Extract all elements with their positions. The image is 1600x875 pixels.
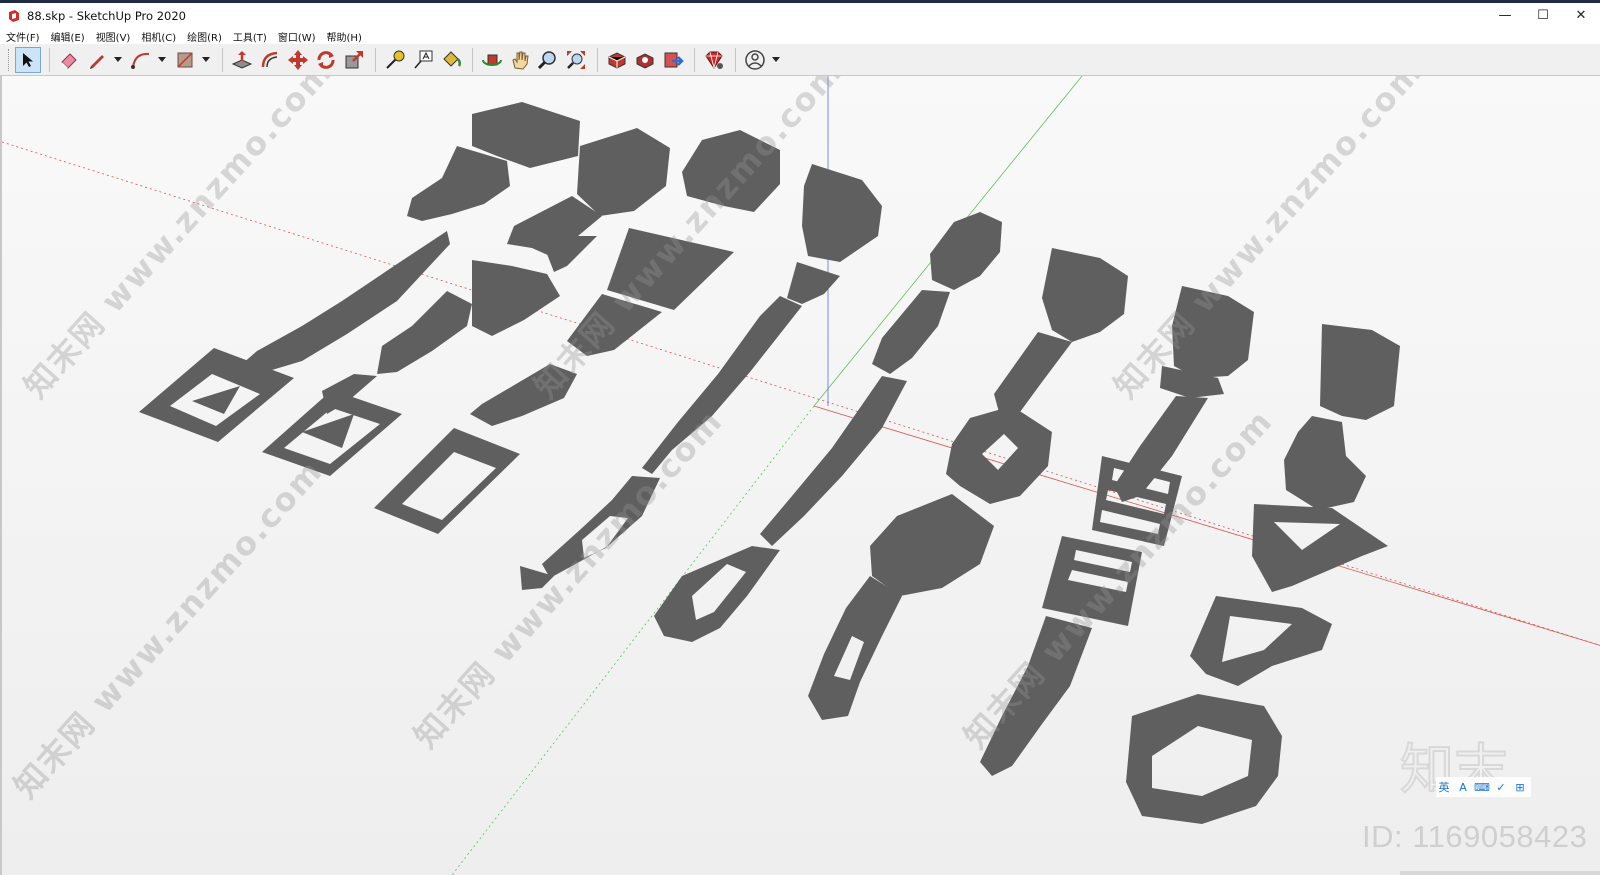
part-8[interactable] (1126, 324, 1400, 824)
push-pull-icon (231, 50, 253, 69)
zoom-tool-button[interactable] (535, 47, 561, 73)
chevron-down-icon (772, 56, 780, 62)
pan-tool-button[interactable] (507, 47, 533, 73)
scale-tool-button[interactable] (341, 47, 367, 73)
minimize-button[interactable]: — (1486, 3, 1524, 28)
eraser-tool-button[interactable] (56, 47, 82, 73)
menu-camera[interactable]: 相机(C) (141, 29, 176, 44)
eraser-icon (61, 52, 77, 69)
pencil-line-icon (90, 54, 104, 69)
window-title: 88.skp - SketchUp Pro 2020 (27, 8, 186, 23)
toolbar-grip[interactable] (8, 48, 11, 71)
rotate-tool-button[interactable] (313, 47, 339, 73)
text-tool-button[interactable] (410, 47, 436, 73)
ime-grid-icon[interactable]: ⊞ (1512, 779, 1528, 795)
orbit-tool-button[interactable] (479, 47, 505, 73)
rectangle-shape-icon (177, 51, 193, 68)
tape-measure-icon (386, 50, 405, 69)
menu-view[interactable]: 视图(V) (96, 29, 131, 44)
menu-help[interactable]: 帮助(H) (327, 29, 362, 44)
extension-manager-icon (705, 51, 723, 69)
toolbar-separator (222, 47, 223, 72)
offset-tool-button[interactable] (257, 47, 283, 73)
send-to-layout-button[interactable] (660, 47, 686, 73)
toolbar-separator (597, 47, 598, 72)
pan-hand-icon (512, 51, 529, 70)
menu-draw[interactable]: 绘图(R) (187, 29, 222, 44)
zoom-extents-icon (567, 50, 585, 69)
ime-mode-icon[interactable]: 英 (1436, 779, 1452, 795)
maximize-button[interactable]: ☐ (1524, 3, 1562, 28)
tape-measure-tool-button[interactable] (382, 47, 408, 73)
move-tool-button[interactable] (285, 47, 311, 73)
menu-tools[interactable]: 工具(T) (233, 29, 267, 44)
extension-warehouse-icon (636, 52, 654, 69)
arc-tool-dropdown[interactable] (156, 47, 168, 73)
ime-toolbar: 英 A ⌨ ✓ ⊞ (1436, 777, 1531, 797)
move-icon (288, 49, 308, 70)
ime-check-icon[interactable]: ✓ (1493, 779, 1509, 795)
shape-tool-dropdown[interactable] (200, 47, 212, 73)
sketchup-app-icon (9, 9, 19, 22)
3d-warehouse-icon (608, 51, 626, 69)
toolbar-separator (375, 47, 376, 72)
toolbar-separator (694, 47, 695, 72)
chevron-down-icon (158, 56, 166, 62)
text-label-icon (414, 50, 433, 68)
zoom-extents-tool-button[interactable] (563, 47, 589, 73)
toolbar-separator (735, 47, 736, 72)
menu-window[interactable]: 窗口(W) (278, 29, 316, 44)
paint-bucket-icon (443, 50, 462, 67)
menu-bar: 文件(F) 编辑(E) 视图(V) 相机(C) 绘图(R) 工具(T) 窗口(W… (0, 28, 1600, 44)
rectangle-tool-button[interactable] (172, 47, 198, 73)
rotate-icon (317, 50, 335, 69)
close-button[interactable]: ✕ (1562, 3, 1600, 28)
main-toolbar (0, 44, 1600, 76)
select-tool-button[interactable] (15, 46, 41, 73)
model-scene[interactable] (2, 76, 1600, 875)
user-account-icon (745, 49, 765, 70)
model-viewport[interactable]: 知末网 www.znzmo.com 知末网 www.znzmo.com 知末网 … (0, 76, 1600, 875)
push-pull-tool-button[interactable] (229, 47, 255, 73)
user-account-dropdown[interactable] (770, 47, 782, 73)
arc-tool-button[interactable] (128, 47, 154, 73)
line-tool-dropdown[interactable] (112, 47, 124, 73)
menu-file[interactable]: 文件(F) (6, 29, 40, 44)
select-arrow-icon (23, 52, 33, 67)
line-tool-button[interactable] (84, 47, 110, 73)
paint-bucket-tool-button[interactable] (438, 47, 464, 73)
toolbar-separator (472, 47, 473, 72)
title-bar: 88.skp - SketchUp Pro 2020 — ☐ ✕ (0, 0, 1600, 28)
user-account-button[interactable] (742, 47, 768, 73)
image-id-label: ID: 1169058423 (1362, 819, 1588, 854)
send-to-layout-icon (664, 52, 684, 67)
menu-edit[interactable]: 编辑(E) (51, 29, 85, 44)
chevron-down-icon (202, 56, 210, 62)
toolbar-separator (49, 47, 50, 72)
extension-manager-button[interactable] (701, 47, 727, 73)
offset-icon (261, 51, 278, 67)
horizontal-scrollbar[interactable] (1400, 871, 1600, 875)
scale-icon (345, 50, 363, 68)
orbit-icon (482, 54, 502, 66)
arc-icon (131, 52, 150, 69)
ime-keyboard-icon[interactable]: ⌨ (1474, 779, 1490, 795)
ime-fullwidth-icon[interactable]: A (1455, 779, 1471, 795)
chevron-down-icon (114, 56, 122, 62)
zoom-icon (537, 50, 556, 69)
window-controls: — ☐ ✕ (1486, 3, 1600, 28)
3d-warehouse-button[interactable] (604, 47, 630, 73)
extension-warehouse-button[interactable] (632, 47, 658, 73)
